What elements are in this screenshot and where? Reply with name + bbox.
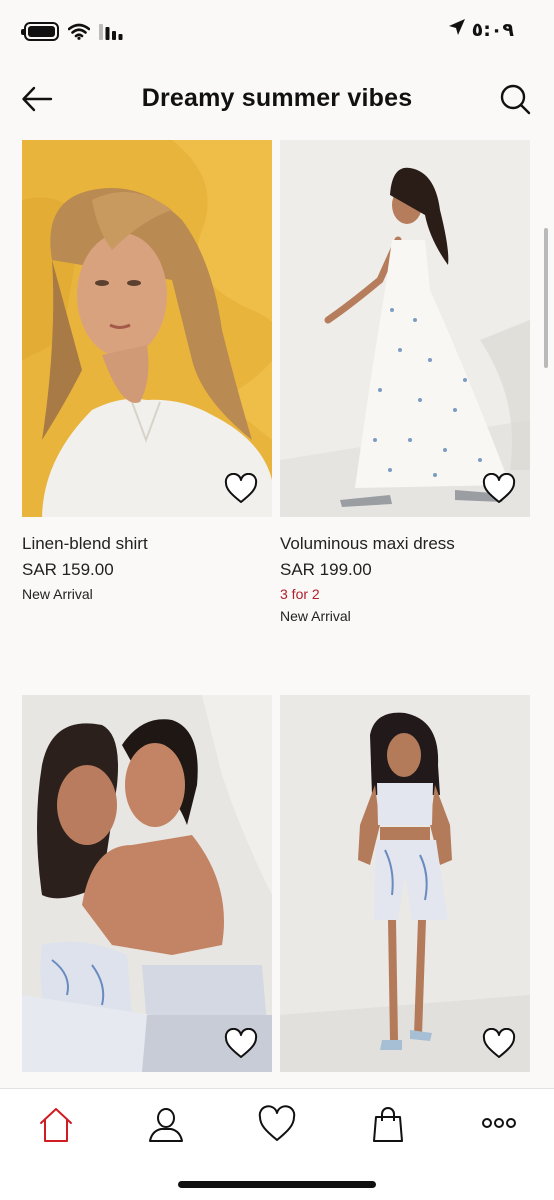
favourite-button[interactable] [482, 472, 516, 505]
product-image[interactable] [22, 140, 272, 517]
favourite-button[interactable] [224, 472, 258, 505]
scrollbar[interactable] [544, 228, 548, 368]
location-arrow-icon [448, 18, 466, 41]
favourite-button[interactable] [224, 1027, 258, 1060]
status-icons-right: ٥:٠٩ [448, 18, 514, 41]
product-price: SAR 159.00 [22, 560, 114, 579]
bottom-nav [0, 1088, 554, 1200]
home-indicator[interactable] [178, 1181, 376, 1188]
product-price: SAR 199.00 [280, 560, 372, 579]
product-info: Linen-blend shirt SAR 159.00 New Arrival [22, 517, 272, 603]
battery-icon [21, 22, 59, 41]
search-icon [500, 84, 531, 115]
heart-icon [224, 472, 258, 503]
page-title: Dreamy summer vibes [141, 84, 413, 112]
product-card[interactable]: Voluminous maxi dress SAR 199.00 3 for 2… [280, 140, 530, 695]
product-name[interactable]: Voluminous maxi dress [280, 533, 530, 555]
account-icon [149, 1108, 183, 1142]
nav-account[interactable] [146, 1105, 186, 1145]
home-icon [40, 1108, 72, 1142]
status-bar: ٥:٠٩ [0, 0, 554, 64]
product-card[interactable]: Linen-blend shirt SAR 159.00 New Arrival [22, 140, 272, 695]
nav-home[interactable] [36, 1105, 76, 1145]
heart-icon [482, 472, 516, 503]
shopping-bag-icon [373, 1107, 403, 1142]
product-image[interactable] [280, 695, 530, 1072]
heart-icon [482, 1027, 516, 1058]
product-info: Voluminous maxi dress SAR 199.00 3 for 2… [280, 517, 530, 625]
product-badge: New Arrival [280, 608, 351, 624]
nav-favourites[interactable] [257, 1105, 297, 1145]
favourite-button[interactable] [482, 1027, 516, 1060]
signal-icon [99, 23, 125, 40]
favourites-icon [258, 1105, 296, 1141]
product-badge: New Arrival [22, 586, 93, 602]
product-image[interactable] [22, 695, 272, 1072]
product-promo: 3 for 2 [280, 586, 320, 602]
heart-icon [224, 1027, 258, 1058]
status-icons-left [21, 22, 125, 41]
status-time: ٥:٠٩ [471, 18, 514, 41]
product-name[interactable]: Linen-blend shirt [22, 533, 272, 555]
nav-more[interactable] [479, 1105, 519, 1145]
more-icon [482, 1118, 516, 1128]
header: Dreamy summer vibes [0, 64, 554, 134]
product-image[interactable] [280, 140, 530, 517]
nav-shopping-bag[interactable] [368, 1105, 408, 1145]
search-button[interactable] [498, 82, 532, 116]
product-grid: Linen-blend shirt SAR 159.00 New Arrival [22, 140, 532, 1200]
wifi-icon [68, 23, 90, 40]
